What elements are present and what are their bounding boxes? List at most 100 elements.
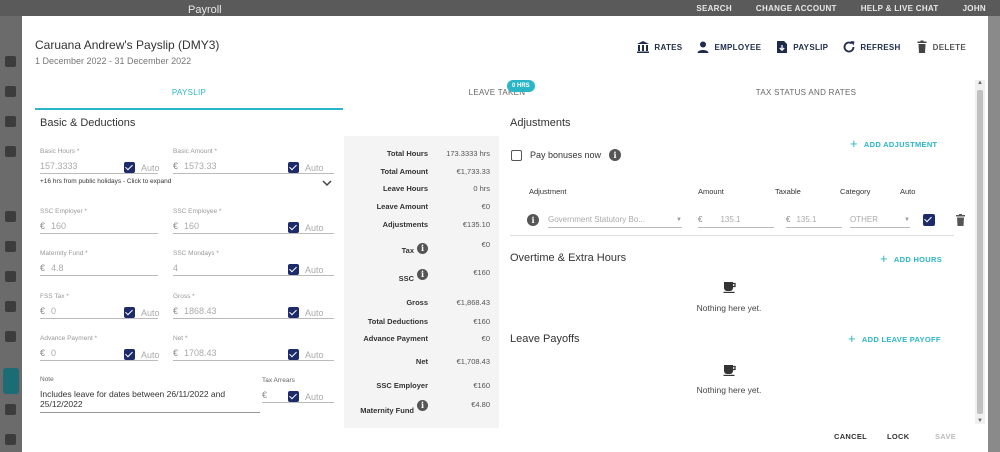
pay-bonuses-checkbox[interactable] [511,149,522,161]
category-value: OTHER [850,215,878,224]
background-top-actions: SEARCH CHANGE ACCOUNT HELP & LIVE CHAT J… [696,4,986,13]
background-sidebar [0,16,22,452]
dialog-scrollbar[interactable]: ▲ ▼ [975,80,985,424]
fss-tax-auto-checkbox[interactable] [124,307,135,318]
maternity-fund-input[interactable]: 4.8 [51,263,158,273]
person-icon [697,41,709,53]
currency-prefix: € [40,305,46,316]
currency-prefix: € [173,305,179,316]
trash-icon[interactable] [955,214,966,226]
currency-prefix: € [40,347,46,358]
delete-button[interactable]: DELETE [915,40,966,54]
payslip-button[interactable]: PAYSLIP [775,40,828,54]
summary-value: €1,733.33 [456,167,490,176]
adjustment-auto-checkbox[interactable] [923,214,935,226]
currency-prefix: € [786,215,791,224]
summary-value: 173.3333 hrs [446,149,490,158]
adjustment-info-icon[interactable]: i [527,214,539,226]
basic-deductions-title: Basic & Deductions [40,117,136,129]
ssc-employer-field: SSC Employer * €160 [40,208,158,234]
maternity-fund-info-icon[interactable]: i [417,400,428,411]
basic-hours-auto: Auto [124,162,160,173]
currency-prefix: € [173,347,179,358]
column-header-taxable: Taxable [775,187,801,196]
basic-amount-auto-checkbox[interactable] [288,162,299,173]
summary-key: Leave Amount [376,202,428,211]
add-leave-payoff-label: ADD LEAVE PAYOFF [861,334,941,344]
category-select[interactable]: OTHER ▼ [850,212,910,228]
trash-icon [917,40,927,53]
adjustment-select[interactable]: Government Statutory Bo... ▼ [548,212,682,228]
summary-value: €1,868.43 [456,298,490,307]
advance-payment-auto: Auto [124,349,160,360]
advance-payment-auto-checkbox[interactable] [124,349,135,360]
chevron-down-icon[interactable] [322,180,332,187]
auto-label: Auto [141,162,160,173]
tab-tax-status[interactable]: TAX STATUS AND RATES [651,80,961,110]
sidebar-active-item [3,368,19,394]
save-button[interactable]: SAVE [935,432,956,441]
add-leave-payoff-button[interactable]: + ADD LEAVE PAYOFF [848,332,941,345]
summary-value: €0 [481,240,490,249]
pay-bonuses-info-icon[interactable]: i [609,149,622,161]
summary-value: €160 [473,268,490,277]
net-auto: Auto [288,349,324,360]
scroll-down-icon[interactable]: ▼ [976,418,984,424]
ssc-mondays-auto: Auto [288,264,324,275]
leave-hours-badge: 0 HRS [507,80,535,92]
payslip-dialog: Caruana Andrew's Payslip (DMY3) 1 Decemb… [22,16,988,452]
summary-key: SSC Employer [376,381,428,390]
taxable-input[interactable]: € 135.1 [786,212,842,228]
table-row: i Government Statutory Bo... ▼ € 135.1 €… [510,204,965,236]
scrollbar-thumb[interactable] [977,90,983,414]
ssc-mondays-auto-checkbox[interactable] [288,264,299,275]
rates-label: RATES [654,42,683,52]
refresh-button[interactable]: REFRESH [842,40,900,54]
ssc-employee-auto-checkbox[interactable] [288,222,299,233]
rates-button[interactable]: RATES [636,40,682,54]
amount-value: 135.1 [720,215,741,224]
taxable-value: 135.1 [796,215,817,224]
column-header-adjustment: Adjustment [529,187,567,196]
payslip-label: PAYSLIP [793,42,829,52]
add-hours-button[interactable]: + ADD HOURS [880,251,943,266]
note-label: Note [40,376,54,383]
pay-bonuses-label: Pay bonuses now [530,150,602,160]
ssc-employer-input[interactable]: 160 [51,221,158,231]
tax-arrears-auto-checkbox[interactable] [288,391,299,402]
net-auto-checkbox[interactable] [288,349,299,360]
summary-key: Tax [401,246,414,255]
public-holidays-expand[interactable]: +16 hrs from public holidays - Click to … [40,178,171,185]
lock-button[interactable]: LOCK [887,432,909,441]
add-adjustment-label: ADD ADJUSTMENT [863,139,938,149]
sidebar-icon [5,434,16,445]
sidebar-icon [5,211,16,222]
ssc-mondays-label: SSC Mondays * [173,250,219,257]
tax-info-icon[interactable]: i [417,243,428,254]
summary-value: €4.80 [471,400,490,409]
ssc-info-icon[interactable]: i [417,269,428,280]
add-hours-label: ADD HOURS [893,254,943,264]
note-textarea[interactable]: Includes leave for dates between 26/11/2… [40,389,260,413]
overtime-empty-message: Nothing here yet. [696,303,762,313]
summary-value: 0 hrs [473,184,490,193]
sidebar-icon [5,146,16,157]
scroll-up-icon[interactable]: ▲ [976,80,984,86]
gross-auto-checkbox[interactable] [288,307,299,318]
tab-leave-taken[interactable]: LEAVE TAKEN [343,80,651,110]
basic-hours-auto-checkbox[interactable] [124,162,135,173]
tab-payslip[interactable]: PAYSLIP [35,80,343,110]
currency-prefix: € [698,215,703,224]
auto-label: Auto [305,222,324,233]
cancel-button[interactable]: CANCEL [834,432,867,441]
dialog-title: Caruana Andrew's Payslip (DMY3) [35,38,220,52]
dropdown-arrow-icon: ▼ [676,216,682,223]
plus-icon: + [880,251,888,266]
summary-key: Total Deductions [367,317,428,326]
background-search: SEARCH [696,4,732,13]
add-adjustment-button[interactable]: + ADD ADJUSTMENT [850,137,938,150]
employee-button[interactable]: EMPLOYEE [696,40,761,54]
amount-input[interactable]: € 135.1 [698,212,774,228]
column-header-category: Category [840,187,871,196]
basic-amount-label: Basic Amount * [173,148,218,155]
